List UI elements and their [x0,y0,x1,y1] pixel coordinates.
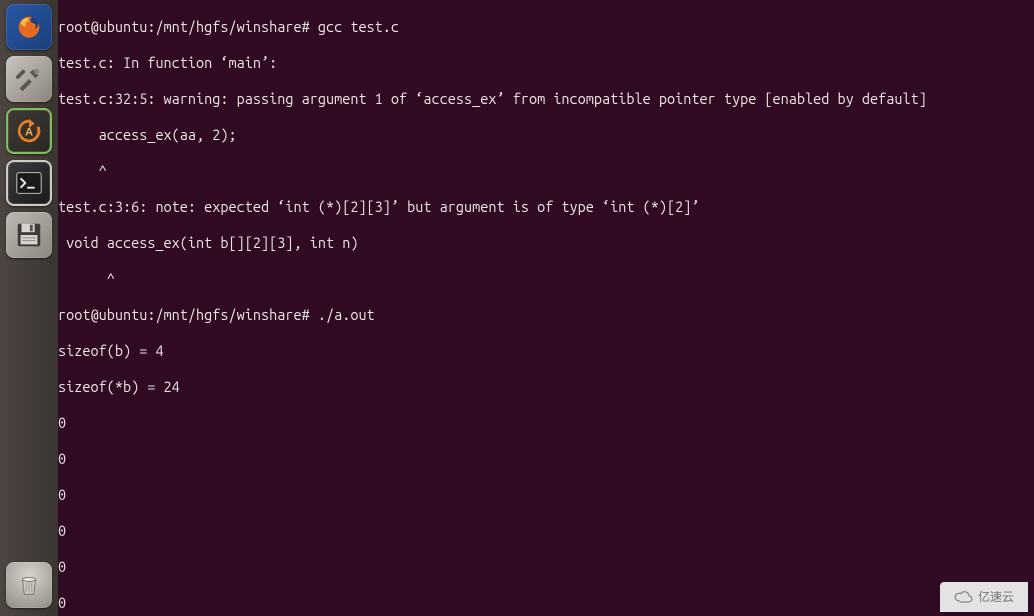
terminal-line: 0 [58,414,1034,432]
terminal-line: 0 [58,594,1034,612]
terminal-line: 0 [58,522,1034,540]
terminal-output[interactable]: root@ubuntu:/mnt/hgfs/winshare# gcc test… [58,0,1034,616]
terminal-line: 0 [58,450,1034,468]
terminal-icon [14,168,44,198]
trash-icon [14,570,44,600]
unity-launcher: A [0,0,58,616]
watermark-badge: 亿速云 [940,582,1028,612]
terminal-line: 0 [58,486,1034,504]
terminal-line: void access_ex(int b[][2][3], int n) [58,234,1034,252]
launcher-item-terminal[interactable] [6,160,52,206]
launcher-item-firefox[interactable] [6,4,52,50]
terminal-line: sizeof(b) = 4 [58,342,1034,360]
firefox-icon [14,12,44,42]
wrench-screwdriver-icon [14,64,44,94]
launcher-item-settings[interactable] [6,56,52,102]
terminal-line: root@ubuntu:/mnt/hgfs/winshare# ./a.out [58,306,1034,324]
terminal-line: test.c:3:6: note: expected ‘int (*)[2][3… [58,198,1034,216]
terminal-line: access_ex(aa, 2); [58,126,1034,144]
svg-text:A: A [25,127,33,139]
launcher-item-trash[interactable] [6,562,52,608]
terminal-line: ^ [58,270,1034,288]
updater-icon: A [14,116,44,146]
floppy-disk-icon [14,220,44,250]
launcher-item-software-updater[interactable]: A [6,108,52,154]
terminal-line: sizeof(*b) = 24 [58,378,1034,396]
cloud-icon [954,589,974,605]
terminal-line: ^ [58,162,1034,180]
terminal-line: test.c: In function ‘main’: [58,54,1034,72]
terminal-line: test.c:32:5: warning: passing argument 1… [58,90,1034,108]
watermark-text: 亿速云 [978,588,1014,606]
terminal-line: root@ubuntu:/mnt/hgfs/winshare# gcc test… [58,18,1034,36]
terminal-line: 0 [58,558,1034,576]
launcher-item-save[interactable] [6,212,52,258]
